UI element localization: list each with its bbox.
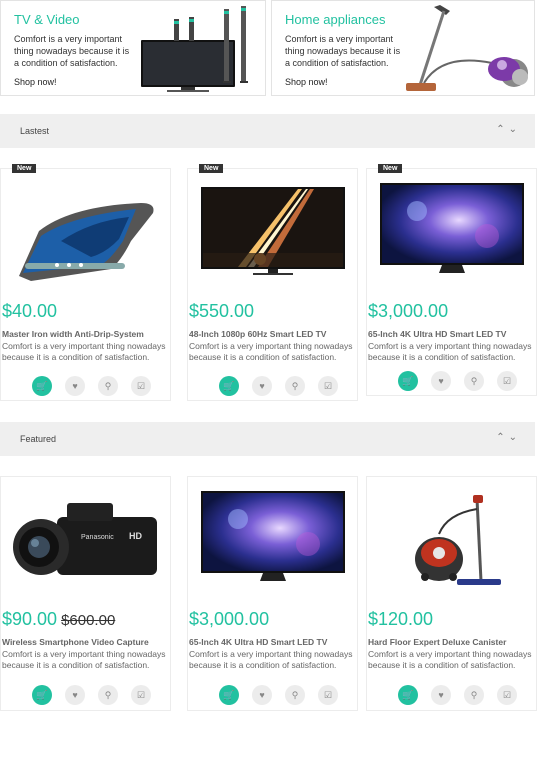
chevron-down-icon[interactable]: ⌄	[509, 432, 521, 443]
wishlist-heart-icon[interactable]: ♥	[431, 371, 451, 391]
banner-title[interactable]: Home appliances	[285, 12, 385, 27]
compare-paperclip-icon[interactable]: ⚲	[285, 376, 305, 396]
product-name[interactable]: Hard Floor Expert Deluxe Canister	[368, 637, 506, 647]
current-price: $90.00	[2, 609, 58, 629]
product-price: $90.00 $600.00	[2, 609, 115, 630]
vacuum-cleaner-image	[406, 5, 528, 91]
tv-soundbar-image	[141, 6, 248, 92]
section-title: Lastest	[20, 126, 50, 136]
quick-view-check-icon[interactable]: ☑	[131, 685, 151, 705]
product-price: $3,000.00	[368, 301, 449, 321]
chevron-up-icon[interactable]: ⌃	[496, 124, 508, 135]
compare-paperclip-icon[interactable]: ⚲	[98, 685, 118, 705]
compare-paperclip-icon[interactable]: ⚲	[464, 371, 484, 391]
compare-paperclip-icon[interactable]: ⚲	[464, 685, 484, 705]
banner-description: Comfort is a very important thing nowada…	[14, 34, 130, 68]
product-description: Comfort is a very important thing nowada…	[189, 341, 353, 362]
shop-now-link[interactable]: Shop now!	[14, 77, 57, 87]
product-name[interactable]: Wireless Smartphone Video Capture	[2, 637, 149, 647]
banner-tv-video[interactable]: TV & Video Comfort is a very important t…	[0, 0, 266, 96]
product-price: $3,000.00	[189, 609, 270, 629]
add-to-cart-icon[interactable]: 🛒	[32, 376, 52, 396]
quick-view-check-icon[interactable]: ☑	[497, 371, 517, 391]
old-price: $600.00	[61, 612, 116, 629]
product-card[interactable]: Panasonic HD $90.00 $600.00 Wireless Smar…	[0, 476, 171, 711]
tv-image	[201, 187, 345, 275]
compare-paperclip-icon[interactable]: ⚲	[285, 685, 305, 705]
product-card[interactable]: $3,000.00 65-Inch 4K Ultra HD Smart LED …	[187, 476, 358, 711]
new-badge: New	[12, 164, 37, 173]
wishlist-heart-icon[interactable]: ♥	[65, 685, 85, 705]
new-badge: New	[378, 164, 403, 173]
chevron-up-icon[interactable]: ⌃	[496, 432, 508, 443]
product-card[interactable]: $120.00 Hard Floor Expert Deluxe Caniste…	[366, 476, 537, 711]
quick-view-check-icon[interactable]: ☑	[318, 376, 338, 396]
tv-image	[380, 183, 524, 273]
banner-title[interactable]: TV & Video	[14, 12, 80, 27]
product-name[interactable]: 48-Inch 1080p 60Hz Smart LED TV	[189, 329, 326, 339]
wishlist-heart-icon[interactable]: ♥	[65, 376, 85, 396]
product-description: Comfort is a very important thing nowada…	[2, 649, 166, 670]
wishlist-heart-icon[interactable]: ♥	[252, 376, 272, 396]
iron-image	[19, 203, 154, 281]
wishlist-heart-icon[interactable]: ♥	[431, 685, 451, 705]
shop-now-link[interactable]: Shop now!	[285, 77, 328, 87]
product-name[interactable]: 65-Inch 4K Ultra HD Smart LED TV	[368, 329, 506, 339]
add-to-cart-icon[interactable]: 🛒	[398, 371, 418, 391]
quick-view-check-icon[interactable]: ☑	[131, 376, 151, 396]
product-description: Comfort is a very important thing nowada…	[2, 341, 166, 362]
add-to-cart-icon[interactable]: 🛒	[32, 685, 52, 705]
product-name[interactable]: 65-Inch 4K Ultra HD Smart LED TV	[189, 637, 327, 647]
add-to-cart-icon[interactable]: 🛒	[219, 685, 239, 705]
camera-brand-text: Panasonic	[81, 534, 114, 541]
section-header-latest: Lastest ⌃⌄	[0, 114, 535, 148]
banner-description: Comfort is a very important thing nowada…	[285, 34, 401, 68]
product-description: Comfort is a very important thing nowada…	[368, 341, 532, 362]
tv-image	[201, 491, 345, 581]
product-card[interactable]: New $550.00 48-Inch 1080p 60Hz Smart LED…	[187, 164, 358, 401]
chevron-down-icon[interactable]: ⌄	[509, 124, 521, 135]
product-card[interactable]: New $3,000.00 65-Inch 4K Ultra HD Smart …	[366, 164, 537, 396]
section-title: Featured	[20, 434, 57, 444]
add-to-cart-icon[interactable]: 🛒	[219, 376, 239, 396]
quick-view-check-icon[interactable]: ☑	[318, 685, 338, 705]
camcorder-image: Panasonic HD	[13, 503, 157, 575]
banner-home-appliances[interactable]: Home appliances Comfort is a very import…	[271, 0, 535, 96]
add-to-cart-icon[interactable]: 🛒	[398, 685, 418, 705]
compare-paperclip-icon[interactable]: ⚲	[98, 376, 118, 396]
product-price: $40.00	[2, 301, 58, 321]
section-header-featured: Featured ⌃⌄	[0, 422, 535, 456]
canister-vacuum-image	[415, 495, 501, 585]
product-price: $550.00	[189, 301, 255, 321]
product-price: $120.00	[368, 609, 434, 629]
camera-hd-text: HD	[129, 531, 142, 541]
product-card[interactable]: New $40.00 Master Iron width Anti-Drip-S…	[0, 164, 171, 401]
product-name[interactable]: Master Iron width Anti-Drip-System	[2, 329, 144, 339]
new-badge: New	[199, 164, 224, 173]
product-description: Comfort is a very important thing nowada…	[368, 649, 532, 670]
wishlist-heart-icon[interactable]: ♥	[252, 685, 272, 705]
quick-view-check-icon[interactable]: ☑	[497, 685, 517, 705]
product-description: Comfort is a very important thing nowada…	[189, 649, 353, 670]
